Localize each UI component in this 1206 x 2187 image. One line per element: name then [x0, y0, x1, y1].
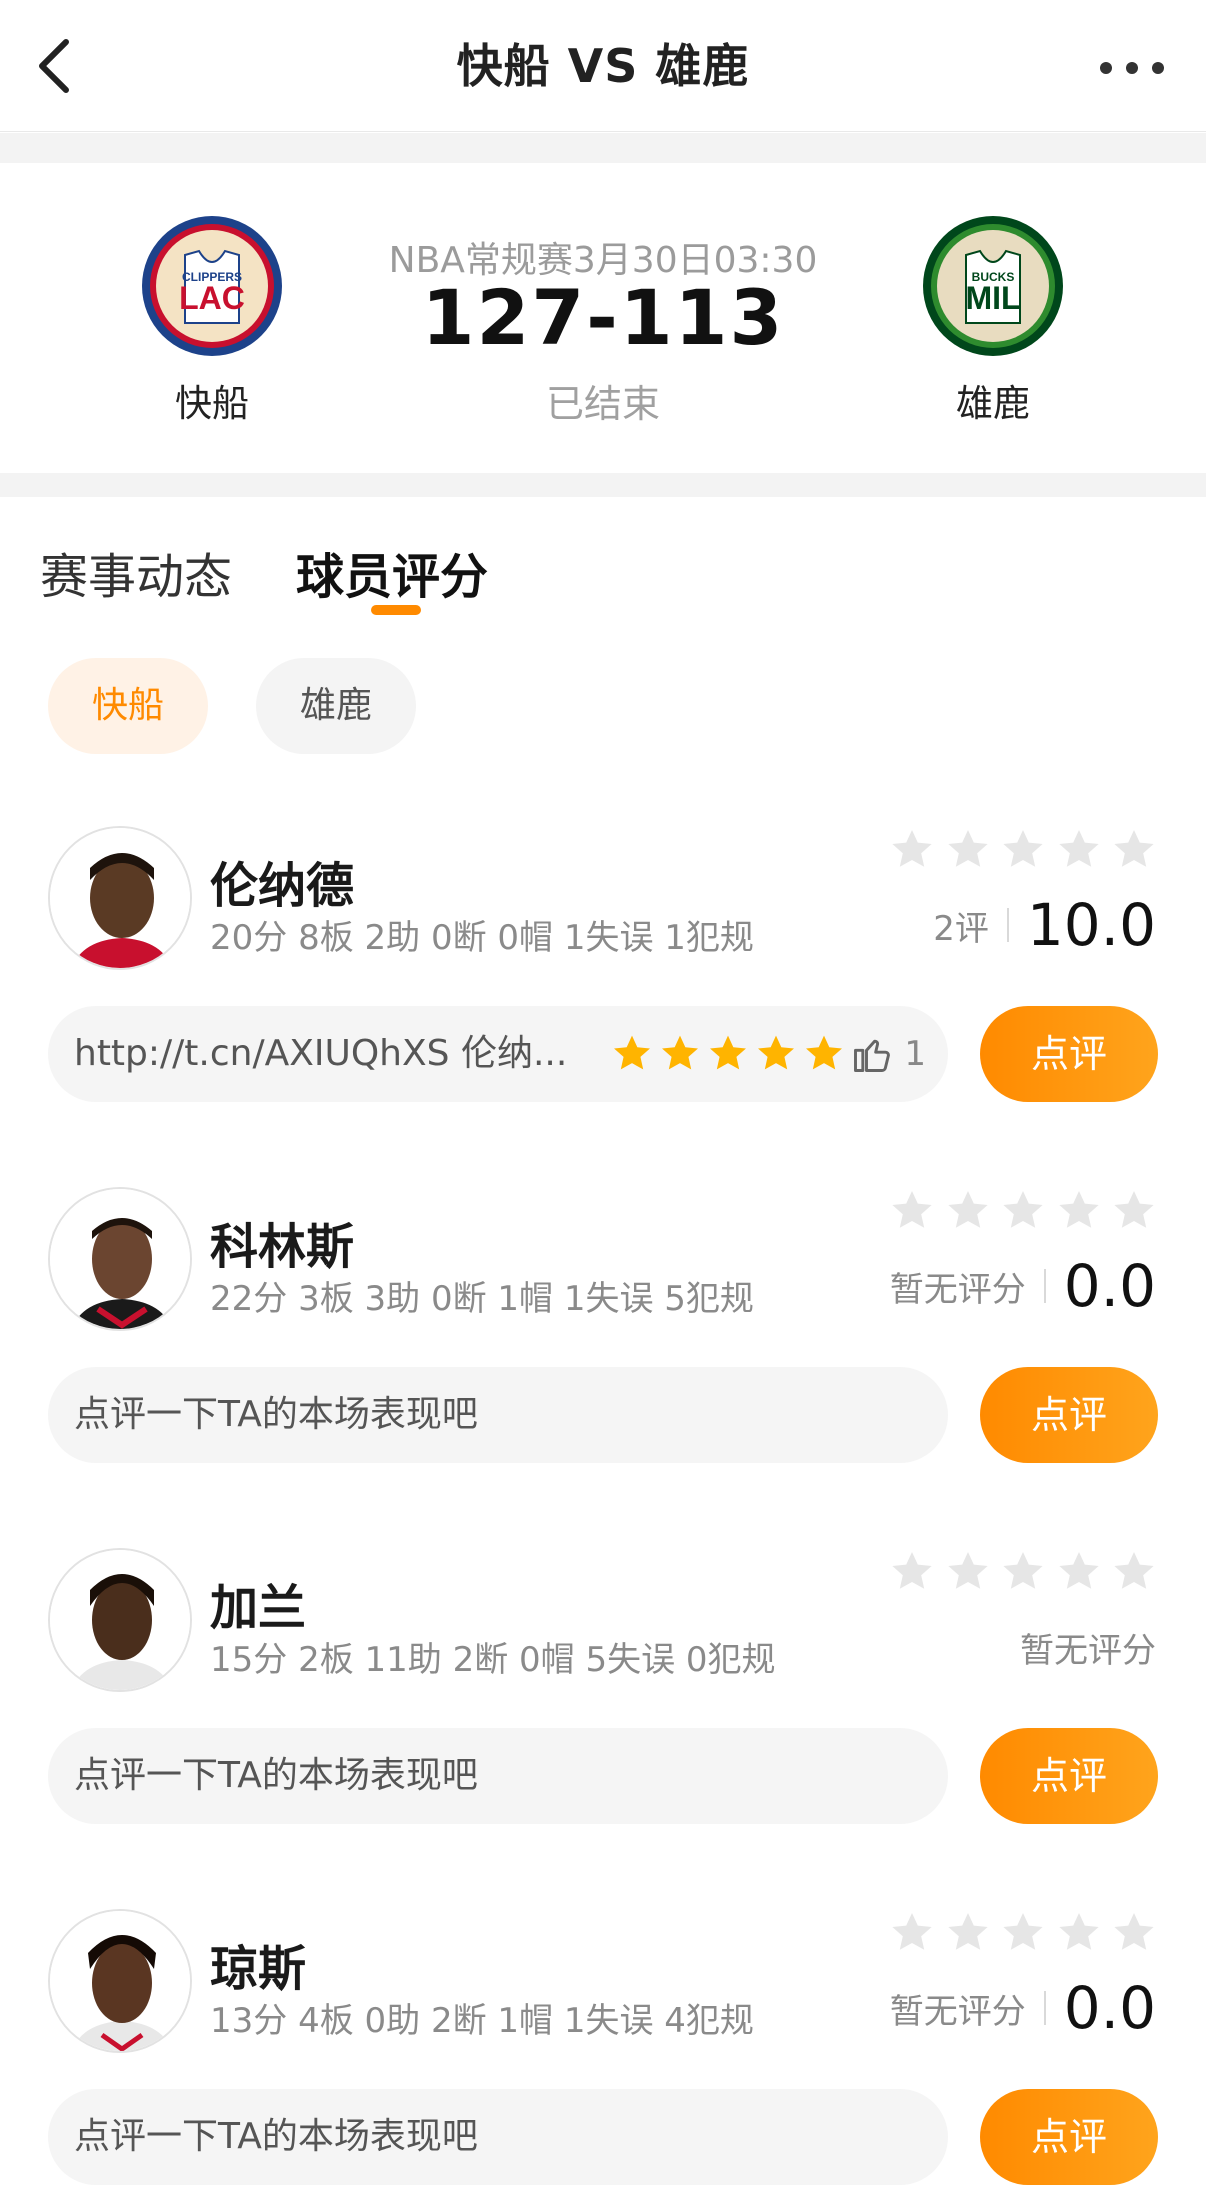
- star-icon[interactable]: [1055, 1548, 1103, 1596]
- rating-summary: 暂无评分 0.0: [890, 1973, 1156, 2043]
- star-icon[interactable]: [944, 1909, 992, 1957]
- star-icon[interactable]: [1110, 1909, 1158, 1957]
- rating-summary: 暂无评分 0.0: [890, 1251, 1156, 1321]
- star-icon[interactable]: [1110, 826, 1158, 874]
- gold-star-icon: [710, 1035, 747, 1070]
- player-card: 加兰 15分 2板 11助 2断 0帽 5失误 0犯规 暂无评分 点评一下TA的…: [0, 1548, 1206, 1888]
- gold-star-icon: [662, 1035, 699, 1070]
- rating-count: 暂无评分: [1020, 1630, 1156, 1671]
- comment-meta: 1: [610, 1006, 926, 1102]
- star-icon[interactable]: [944, 1187, 992, 1235]
- star-icon[interactable]: [944, 826, 992, 874]
- rate-button[interactable]: 点评: [980, 1728, 1158, 1824]
- rating-stars[interactable]: [888, 1187, 1158, 1235]
- star-icon[interactable]: [1110, 1548, 1158, 1596]
- rating-score: 0.0: [1063, 1252, 1156, 1320]
- player-card: 伦纳德 20分 8板 2助 0断 0帽 1失误 1犯规 2评 10.0 http…: [0, 826, 1206, 1166]
- star-icon[interactable]: [1055, 826, 1103, 874]
- tab-active-indicator: [371, 605, 421, 615]
- player-avatar[interactable]: [48, 1909, 192, 2053]
- tab-player-ratings[interactable]: 球员评分: [296, 537, 488, 607]
- rating-score: 10.0: [1026, 891, 1156, 959]
- rating-stars[interactable]: [888, 1548, 1158, 1596]
- player-stats: 22分 3板 3助 0断 1帽 1失误 5犯规: [210, 1279, 754, 1319]
- comment-input[interactable]: 点评一下TA的本场表现吧: [48, 1367, 948, 1463]
- star-icon[interactable]: [1055, 1909, 1103, 1957]
- filter-team-clippers[interactable]: 快船: [48, 658, 208, 754]
- player-avatar[interactable]: [48, 1187, 192, 1331]
- star-icon[interactable]: [888, 1187, 936, 1235]
- comment-placeholder: 点评一下TA的本场表现吧: [74, 1755, 478, 1796]
- player-card: 科林斯 22分 3板 3助 0断 1帽 1失误 5犯规 暂无评分 0.0 点评一…: [0, 1187, 1206, 1527]
- player-card: 琼斯 13分 4板 0助 2断 1帽 1失误 4犯规 暂无评分 0.0 点评一下…: [0, 1909, 1206, 2187]
- star-icon[interactable]: [888, 826, 936, 874]
- star-icon[interactable]: [944, 1548, 992, 1596]
- star-icon[interactable]: [1110, 1187, 1158, 1235]
- section-divider: [0, 473, 1206, 497]
- star-icon[interactable]: [1055, 1187, 1103, 1235]
- clippers-logo-text: LAC: [179, 280, 245, 316]
- comment-input[interactable]: 点评一下TA的本场表现吧: [48, 1728, 948, 1824]
- star-icon[interactable]: [888, 1548, 936, 1596]
- player-stats: 20分 8板 2助 0断 0帽 1失误 1犯规: [210, 918, 754, 958]
- top-nav-bar: 快船 VS 雄鹿: [0, 0, 1206, 132]
- comment-text: http://t.cn/AXIUQhXS 伦纳...: [74, 1033, 568, 1074]
- rate-button[interactable]: 点评: [980, 1367, 1158, 1463]
- rate-button[interactable]: 点评: [980, 2089, 1158, 2185]
- player-name: 琼斯: [210, 1941, 307, 1997]
- star-icon[interactable]: [999, 826, 1047, 874]
- bucks-logo-icon[interactable]: BUCKS MIL: [922, 215, 1064, 357]
- section-divider: [0, 133, 1206, 163]
- comment-stars: [610, 1032, 850, 1076]
- tab-bar: 赛事动态 球员评分: [0, 497, 1206, 637]
- gold-star-icon: [614, 1035, 651, 1070]
- rating-count: 2评: [933, 908, 989, 949]
- tab-match-events[interactable]: 赛事动态: [40, 537, 232, 607]
- comment-input[interactable]: 点评一下TA的本场表现吧: [48, 2089, 948, 2185]
- rating-count: 暂无评分: [889, 1991, 1026, 2032]
- rating-divider: [1043, 1269, 1046, 1303]
- gold-star-icon: [758, 1035, 795, 1070]
- match-status: 已结束: [545, 382, 660, 426]
- rating-divider: [1043, 1991, 1046, 2025]
- star-icon[interactable]: [999, 1548, 1047, 1596]
- bucks-logo-text: MIL: [965, 280, 1020, 316]
- comment-placeholder: 点评一下TA的本场表现吧: [74, 2116, 478, 2157]
- player-name: 科林斯: [210, 1219, 355, 1275]
- match-score: 127-113: [421, 273, 785, 362]
- match-summary-card: CLIPPERS LAC 快船 NBA常规赛3月30日03:30 127-113…: [0, 163, 1206, 473]
- rating-stars[interactable]: [888, 1909, 1158, 1957]
- star-icon[interactable]: [888, 1909, 936, 1957]
- rating-divider: [1006, 908, 1009, 942]
- player-stats: 15分 2板 11助 2断 0帽 5失误 0犯规: [210, 1640, 776, 1680]
- player-name: 加兰: [210, 1580, 307, 1636]
- rate-button[interactable]: 点评: [980, 1006, 1158, 1102]
- player-avatar[interactable]: [48, 826, 192, 970]
- player-stats: 13分 4板 0助 2断 1帽 1失误 4犯规: [210, 2001, 754, 2041]
- like-count: 1: [904, 1034, 926, 1074]
- comment-placeholder: 点评一下TA的本场表现吧: [74, 1394, 478, 1435]
- rating-count: 暂无评分: [889, 1269, 1026, 1310]
- away-team-name[interactable]: 雄鹿: [893, 373, 1093, 427]
- rating-summary: 2评 10.0: [933, 890, 1156, 960]
- player-avatar[interactable]: [48, 1548, 192, 1692]
- thumbs-up-icon[interactable]: [850, 1032, 894, 1076]
- rating-summary: 暂无评分: [1020, 1612, 1156, 1682]
- home-team-name[interactable]: 快船: [112, 373, 312, 427]
- page-title: 快船 VS 雄鹿: [456, 39, 750, 93]
- player-name: 伦纳德: [210, 858, 355, 914]
- filter-team-bucks[interactable]: 雄鹿: [256, 658, 416, 754]
- rating-score: 0.0: [1063, 1974, 1156, 2042]
- gold-star-icon: [806, 1035, 843, 1070]
- comment-preview[interactable]: http://t.cn/AXIUQhXS 伦纳... 1: [48, 1006, 948, 1102]
- clippers-logo-icon[interactable]: CLIPPERS LAC: [141, 215, 283, 357]
- rating-stars[interactable]: [888, 826, 1158, 874]
- star-icon[interactable]: [999, 1909, 1047, 1957]
- star-icon[interactable]: [999, 1187, 1047, 1235]
- more-options-icon[interactable]: [1100, 62, 1164, 74]
